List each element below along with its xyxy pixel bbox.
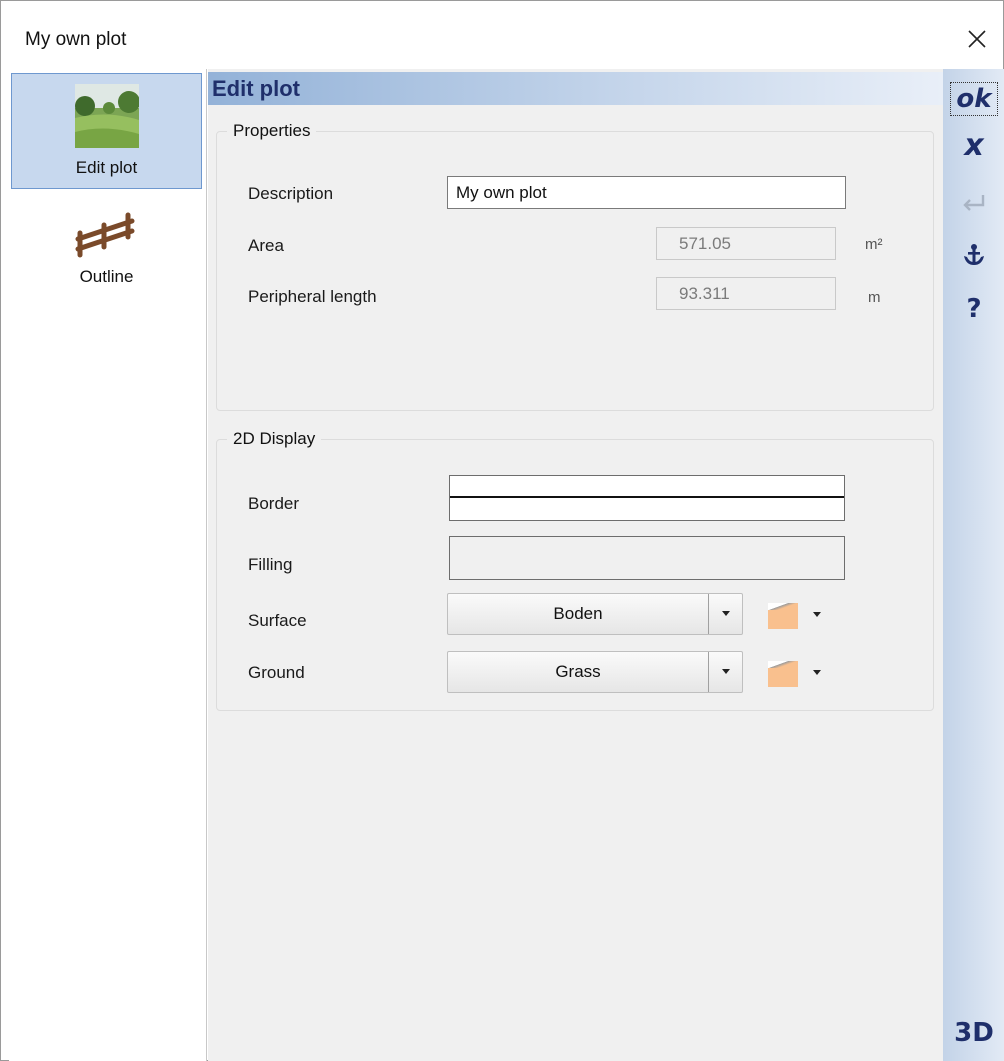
properties-legend: Properties [233, 121, 311, 140]
area-unit: m² [865, 236, 883, 253]
display-legend: 2D Display [233, 429, 316, 448]
perimeter-field: 93.311 [656, 277, 836, 310]
ok-label: ok [950, 82, 998, 116]
cancel-button[interactable]: x [948, 125, 1000, 165]
sidebar-item-edit-plot[interactable]: Edit plot [11, 73, 202, 189]
chevron-down-icon [813, 670, 821, 675]
chevron-down-icon [813, 612, 821, 617]
area-label: Area [248, 236, 284, 255]
surface-label: Surface [248, 611, 307, 630]
description-label: Description [248, 184, 334, 203]
right-toolbar: ok x ? 3D [943, 69, 1004, 1061]
description-field[interactable] [447, 176, 846, 209]
color-swatch-icon [768, 603, 798, 629]
surface-dropdown[interactable]: Boden [447, 593, 743, 635]
border-line-preview [450, 496, 844, 498]
help-button[interactable]: ? [948, 289, 1000, 329]
ground-color-button[interactable] [766, 657, 828, 691]
chevron-down-icon [721, 611, 730, 616]
border-label: Border [248, 494, 300, 513]
surface-color-button[interactable] [766, 599, 828, 633]
filling-label: Filling [248, 555, 293, 574]
surface-dropdown-arrow[interactable] [708, 594, 742, 634]
ground-dropdown[interactable]: Grass [447, 651, 743, 693]
enter-return-icon [963, 195, 985, 211]
main-panel: Edit plot Properties Description Area 57… [208, 69, 943, 1061]
perimeter-unit: m [868, 289, 881, 306]
ok-button[interactable]: ok [948, 79, 1000, 119]
close-button[interactable] [957, 21, 997, 57]
view-3d-label: 3D [954, 1018, 994, 1048]
anchor-icon [964, 244, 984, 265]
window-title: My own plot [25, 29, 127, 50]
sidebar-item-outline[interactable]: Outline [11, 195, 202, 307]
filling-picker[interactable] [449, 536, 845, 580]
close-icon [968, 30, 986, 48]
sidebar-item-label: Outline [79, 267, 134, 286]
fence-outline-icon [75, 212, 134, 258]
perimeter-label: Peripheral length [248, 287, 377, 306]
title-bar: My own plot [1, 1, 1003, 69]
border-style-picker[interactable] [449, 475, 845, 521]
ground-dropdown-arrow[interactable] [708, 652, 742, 692]
section-header: Edit plot [208, 72, 943, 105]
chevron-down-icon [721, 669, 730, 674]
properties-group: Properties [216, 121, 934, 411]
ground-label: Ground [248, 663, 305, 682]
page-title: Edit plot [212, 76, 300, 101]
area-field: 571.05 [656, 227, 836, 260]
anchor-button[interactable] [948, 235, 1000, 275]
apply-button[interactable] [948, 183, 1000, 223]
sidebar: Edit plot Outline [9, 69, 207, 1061]
cancel-label: x [964, 127, 984, 163]
help-label: ? [966, 294, 982, 324]
ground-value: Grass [555, 662, 601, 681]
color-swatch-icon [768, 661, 798, 687]
plot-dialog-window: My own plot Edit plot Outline Edit plot … [0, 0, 1004, 1061]
landscape-photo-icon [74, 84, 139, 148]
sidebar-item-label: Edit plot [75, 158, 138, 177]
view-3d-button[interactable]: 3D [948, 1013, 1000, 1053]
surface-value: Boden [553, 604, 603, 623]
